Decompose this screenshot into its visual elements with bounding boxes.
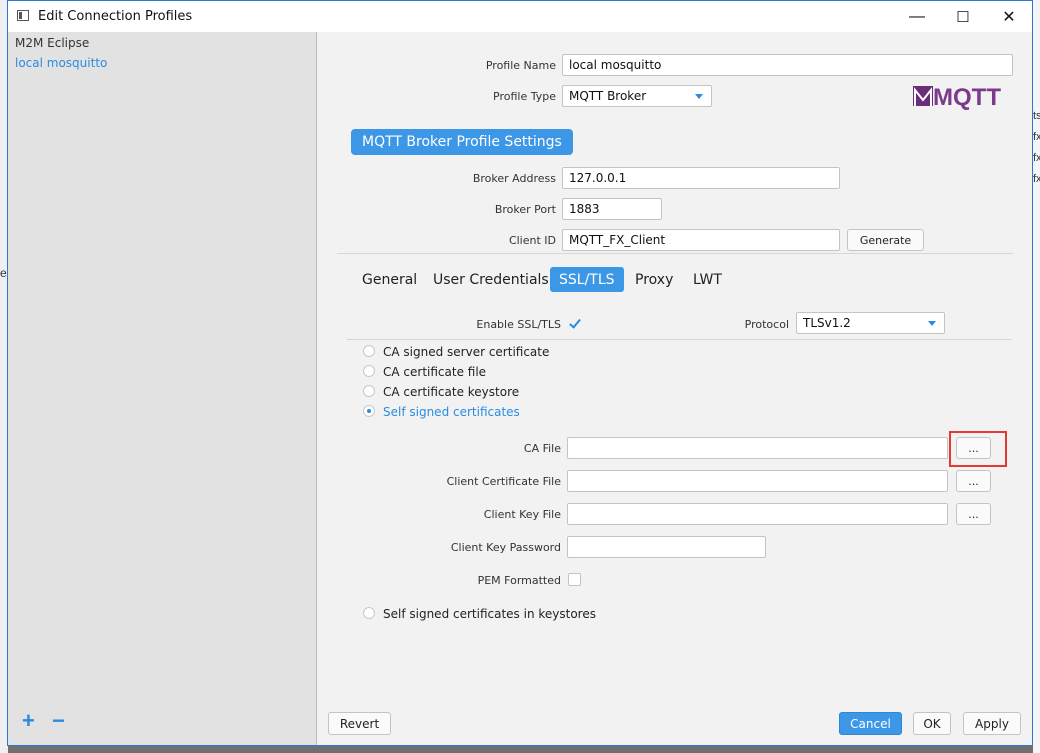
background-app-fragment: fx	[1033, 173, 1040, 185]
tab-lwt[interactable]: LWT	[684, 267, 731, 292]
client-id-label: Client ID	[508, 234, 556, 247]
highlight-box	[949, 431, 1007, 467]
broker-port-label: Broker Port	[494, 203, 556, 216]
profile-item-local-mosquitto[interactable]: local mosquitto	[15, 56, 107, 70]
ca-file-label: CA File	[523, 442, 561, 455]
broker-address-field[interactable]: 127.0.0.1	[562, 167, 840, 189]
radio-ca-certificate-file[interactable]	[363, 365, 375, 377]
client-key-file-label: Client Key File	[483, 508, 561, 521]
background-app-fragment: fx	[1033, 131, 1040, 143]
protocol-select[interactable]: TLSv1.2	[796, 312, 945, 334]
client-key-password-field[interactable]	[567, 536, 766, 558]
ssl-divider	[347, 339, 1012, 340]
radio-ca-certificate-keystore[interactable]	[363, 385, 375, 397]
option-label-ca-file: CA certificate file	[383, 365, 487, 379]
mqtt-logo-text: MQTT	[933, 84, 1001, 110]
broker-address-label: Broker Address	[472, 172, 556, 185]
browse-client-certificate-button[interactable]: ...	[956, 470, 991, 492]
enable-ssl-label: Enable SSL/TLS	[476, 318, 561, 331]
background-app-fragment: ts	[1033, 110, 1040, 122]
client-key-password-label: Client Key Password	[450, 541, 561, 554]
background-app-right-edge: ts fx fx fx	[1033, 0, 1040, 753]
tab-general[interactable]: General	[353, 267, 426, 292]
enable-ssl-checkbox[interactable]	[568, 317, 581, 330]
broker-settings-section-title: MQTT Broker Profile Settings	[351, 129, 573, 155]
client-certificate-file-field[interactable]	[567, 470, 948, 492]
profile-item-m2m-eclipse[interactable]: M2M Eclipse	[15, 36, 89, 50]
tab-ssl-tls[interactable]: SSL/TLS	[550, 267, 624, 292]
tab-user-credentials[interactable]: User Credentials	[424, 267, 558, 292]
pem-formatted-checkbox[interactable]	[568, 573, 581, 586]
chevron-down-icon	[928, 321, 936, 326]
title-bar[interactable]: Edit Connection Profiles — ☐ ✕	[8, 1, 1032, 32]
option-label-self-signed-keystores: Self signed certificates in keystores	[383, 607, 596, 621]
close-button[interactable]: ✕	[986, 1, 1032, 32]
client-id-field[interactable]: MQTT_FX_Client	[562, 229, 840, 251]
maximize-button[interactable]: ☐	[940, 1, 986, 32]
window-icon	[17, 10, 29, 21]
profile-type-label: Profile Type	[493, 90, 556, 103]
protocol-value: TLSv1.2	[803, 316, 851, 330]
broker-port-field[interactable]: 1883	[562, 198, 662, 220]
profile-list-sidebar: M2M Eclipse local mosquitto + −	[8, 32, 317, 745]
background-app-fragment: fx	[1033, 152, 1040, 164]
client-key-file-field[interactable]	[567, 503, 948, 525]
remove-profile-button[interactable]: −	[52, 710, 65, 732]
apply-button[interactable]: Apply	[963, 712, 1021, 735]
radio-self-signed-certificates[interactable]	[363, 405, 375, 417]
generate-client-id-button[interactable]: Generate	[847, 229, 924, 251]
option-label-self-signed: Self signed certificates	[383, 405, 520, 419]
cancel-button[interactable]: Cancel	[839, 712, 902, 735]
ca-file-field[interactable]	[567, 437, 948, 459]
browse-client-key-button[interactable]: ...	[956, 503, 991, 525]
edit-connection-profiles-dialog: Edit Connection Profiles — ☐ ✕ M2M Eclip…	[7, 0, 1033, 746]
profile-name-field[interactable]: local mosquitto	[562, 54, 1013, 76]
section-divider	[337, 253, 1013, 254]
radio-self-signed-keystores[interactable]	[363, 607, 375, 619]
profile-settings-panel: Profile Name local mosquitto Profile Typ…	[317, 32, 1032, 745]
protocol-label: Protocol	[744, 318, 789, 331]
tab-proxy[interactable]: Proxy	[626, 267, 682, 292]
profile-name-label: Profile Name	[485, 59, 556, 72]
profile-type-value: MQTT Broker	[569, 89, 647, 103]
mqtt-logo: MQTT	[913, 84, 1001, 110]
chevron-down-icon	[695, 94, 703, 99]
ok-button[interactable]: OK	[913, 712, 951, 735]
background-app-fragment: e	[0, 266, 7, 280]
add-profile-button[interactable]: +	[22, 710, 35, 732]
option-label-ca-signed: CA signed server certificate	[383, 345, 550, 359]
client-certificate-file-label: Client Certificate File	[446, 475, 561, 488]
profile-type-select[interactable]: MQTT Broker	[562, 85, 712, 107]
minimize-button[interactable]: —	[894, 1, 940, 32]
pem-formatted-label: PEM Formatted	[477, 574, 561, 587]
radio-ca-signed-server-certificate[interactable]	[363, 345, 375, 357]
option-label-ca-keystore: CA certificate keystore	[383, 385, 520, 399]
revert-button[interactable]: Revert	[328, 712, 391, 735]
window-title: Edit Connection Profiles	[38, 9, 193, 24]
